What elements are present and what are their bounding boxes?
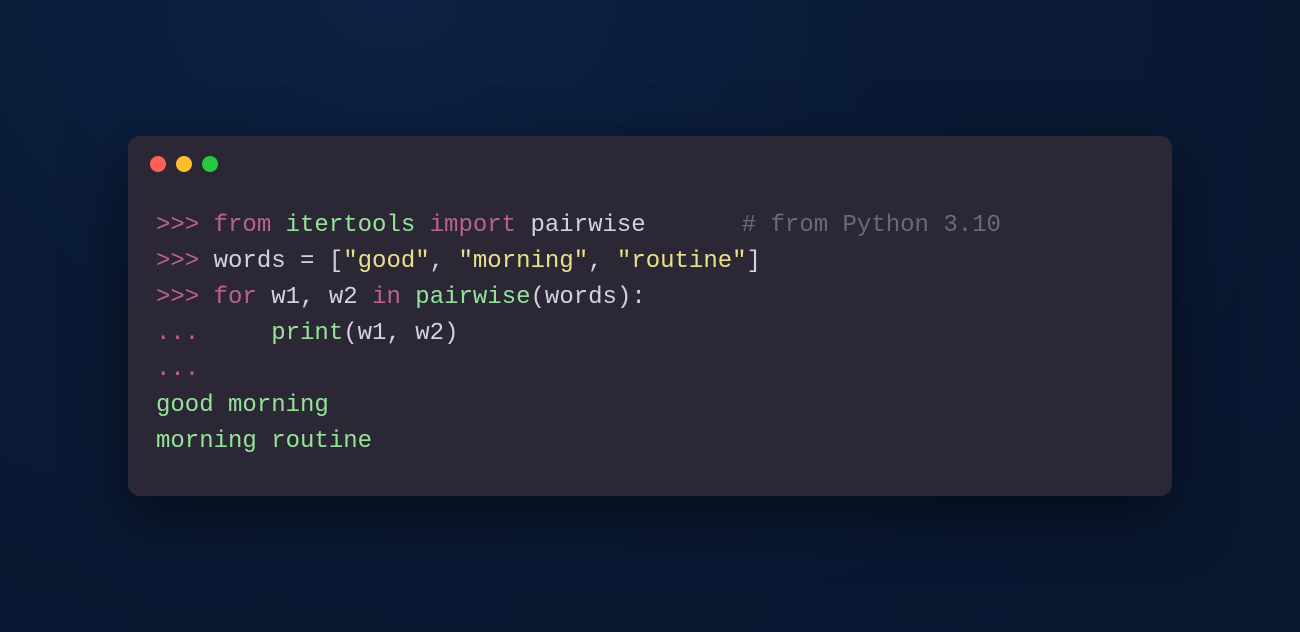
keyword-in: in (372, 284, 401, 311)
repl-continuation: ... (156, 356, 199, 383)
variable-w2: w2 (329, 284, 358, 311)
argument-w1: w1 (358, 320, 387, 347)
variable-w1: w1 (271, 284, 300, 311)
keyword-for: for (214, 284, 257, 311)
repl-prompt: >>> (156, 284, 214, 311)
keyword-import: import (430, 212, 516, 239)
repl-prompt: >>> (156, 212, 214, 239)
code-line-1: >>> from itertools import pairwise # from… (156, 208, 1144, 244)
titlebar (128, 136, 1172, 192)
code-line-3: >>> for w1, w2 in pairwise(words): (156, 280, 1144, 316)
argument-words: words (545, 284, 617, 311)
bracket-close: ] (747, 248, 761, 275)
output-line-1: good morning (156, 388, 1144, 424)
assign-op: = (286, 248, 329, 275)
function-pairwise: pairwise (415, 284, 530, 311)
module-name: itertools (286, 212, 416, 239)
code-line-5: ... (156, 352, 1144, 388)
maximize-icon[interactable] (202, 156, 218, 172)
code-line-2: >>> words = ["good", "morning", "routine… (156, 244, 1144, 280)
keyword-from: from (214, 212, 272, 239)
comment-text: # from Python 3.10 (742, 212, 1001, 239)
import-target: pairwise (530, 212, 645, 239)
string-literal: "routine" (617, 248, 747, 275)
close-icon[interactable] (150, 156, 166, 172)
repl-prompt: >>> (156, 248, 214, 275)
string-literal: "morning" (458, 248, 588, 275)
argument-w2: w2 (415, 320, 444, 347)
function-print: print (271, 320, 343, 347)
code-line-4: ... print(w1, w2) (156, 316, 1144, 352)
repl-continuation: ... (156, 320, 214, 347)
minimize-icon[interactable] (176, 156, 192, 172)
terminal-window: >>> from itertools import pairwise # from… (128, 136, 1172, 496)
output-line-2: morning routine (156, 424, 1144, 460)
bracket-open: [ (329, 248, 343, 275)
string-literal: "good" (343, 248, 429, 275)
variable-words: words (214, 248, 286, 275)
code-area: >>> from itertools import pairwise # from… (128, 192, 1172, 496)
